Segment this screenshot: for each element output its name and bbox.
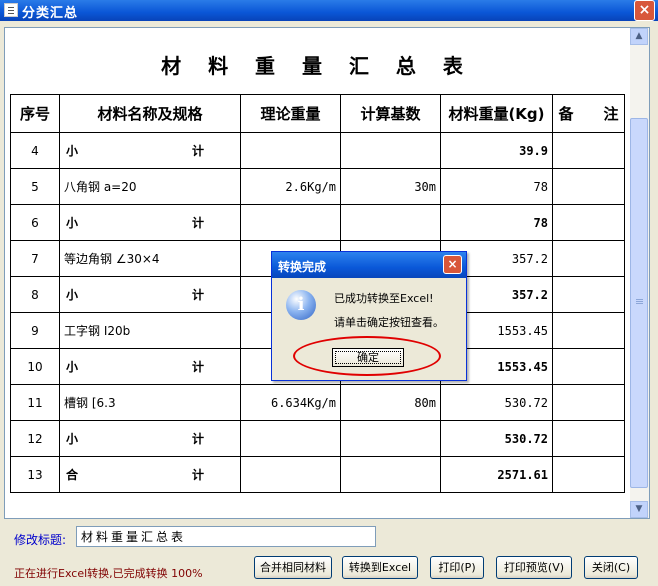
cell-base (340, 204, 441, 241)
cell-name: 小 计 (59, 204, 241, 241)
cell-weight: 39.9 (440, 132, 553, 169)
cell-weight: 530.72 (440, 420, 553, 457)
cell-no: 10 (10, 348, 60, 385)
scroll-down-button[interactable]: ▼ (630, 501, 648, 518)
print-button[interactable]: 打印(P) (430, 556, 484, 579)
table-row: 12 小 计 530.72 (10, 420, 625, 457)
scroll-thumb[interactable] (630, 118, 648, 488)
cell-base: 30m (340, 168, 441, 205)
vertical-scrollbar[interactable]: ▲ ▼ (630, 28, 649, 518)
cell-name: 小 计 (59, 132, 241, 169)
cell-no: 5 (10, 168, 60, 205)
export-excel-button[interactable]: 转换到Excel (342, 556, 418, 579)
cell-no: 6 (10, 204, 60, 241)
cell-name: 小 计 (59, 348, 241, 385)
print-preview-button[interactable]: 打印预览(V) (496, 556, 572, 579)
dialog-message-line2: 请单击确定按钮查看。 (334, 316, 444, 329)
merge-materials-button[interactable]: 合并相同材料 (254, 556, 332, 579)
cell-note (552, 348, 625, 385)
cell-note (552, 168, 625, 205)
cell-note (552, 420, 625, 457)
cell-no: 4 (10, 132, 60, 169)
header-row: 序号 材料名称及规格 理论重量 计算基数 材料重量(Kg) 备 注 (10, 94, 625, 133)
cell-name: 合 计 (59, 456, 241, 493)
table-row: 5 八角钢 a=20 2.6Kg/m 30m 78 (10, 168, 625, 205)
cell-name: 等边角钢 ∠30×4 (59, 240, 241, 277)
table-row: 11 槽钢 [6.3 6.634Kg/m 80m 530.72 (10, 384, 625, 421)
cell-weight: 530.72 (440, 384, 553, 421)
dialog-title: 转换完成 (278, 260, 327, 274)
table-row: 4 小 计 39.9 (10, 132, 625, 169)
header-weight: 材料重量(Kg) (440, 94, 553, 133)
close-button[interactable]: 关闭(C) (584, 556, 638, 579)
header-no: 序号 (10, 94, 60, 133)
cell-weight: 78 (440, 204, 553, 241)
header-base: 计算基数 (340, 94, 441, 133)
cell-no: 7 (10, 240, 60, 277)
modify-title-input[interactable] (76, 526, 376, 547)
header-note: 备 注 (552, 94, 625, 133)
status-text: 正在进行Excel转换,已完成转换 100% (14, 567, 203, 580)
cell-theory: 2.6Kg/m (240, 168, 341, 205)
cell-no: 12 (10, 420, 60, 457)
cell-no: 13 (10, 456, 60, 493)
cell-base: 80m (340, 384, 441, 421)
cell-theory (240, 456, 341, 493)
header-name: 材料名称及规格 (59, 94, 241, 133)
app-icon (4, 3, 18, 17)
table-row: 13 合 计 2571.61 (10, 456, 625, 493)
cell-name: 槽钢 [6.3 (59, 384, 241, 421)
cell-weight: 78 (440, 168, 553, 205)
window-title: 分类汇总 (22, 6, 79, 21)
cell-name: 工字钢 I20b (59, 312, 241, 349)
cell-base (340, 420, 441, 457)
cell-note (552, 204, 625, 241)
cell-base (340, 456, 441, 493)
dialog-title-bar: 转换完成 × (272, 252, 466, 278)
modify-title-label: 修改标题: (14, 533, 67, 547)
cell-note (552, 240, 625, 277)
cell-note (552, 132, 625, 169)
cell-theory (240, 420, 341, 457)
cell-no: 9 (10, 312, 60, 349)
cell-base (340, 132, 441, 169)
table-row: 6 小 计 78 (10, 204, 625, 241)
cell-theory (240, 204, 341, 241)
cell-theory: 6.634Kg/m (240, 384, 341, 421)
title-bar: 分类汇总 × (0, 0, 658, 21)
header-theory: 理论重量 (240, 94, 341, 133)
cell-note (552, 312, 625, 349)
cell-no: 11 (10, 384, 60, 421)
cell-name: 小 计 (59, 276, 241, 313)
info-icon: i (286, 290, 316, 320)
cell-weight: 2571.61 (440, 456, 553, 493)
scroll-up-button[interactable]: ▲ (630, 28, 648, 45)
highlight-ellipse (293, 336, 441, 376)
report-title: 材 料 重 量 汇 总 表 (161, 54, 473, 78)
cell-no: 8 (10, 276, 60, 313)
window-close-button[interactable]: × (634, 0, 655, 21)
cell-note (552, 456, 625, 493)
cell-note (552, 384, 625, 421)
cell-theory (240, 132, 341, 169)
dialog-close-button[interactable]: × (443, 255, 462, 274)
cell-name: 八角钢 a=20 (59, 168, 241, 205)
cell-note (552, 276, 625, 313)
dialog-message-line1: 已成功转换至Excel! (334, 292, 434, 305)
cell-name: 小 计 (59, 420, 241, 457)
